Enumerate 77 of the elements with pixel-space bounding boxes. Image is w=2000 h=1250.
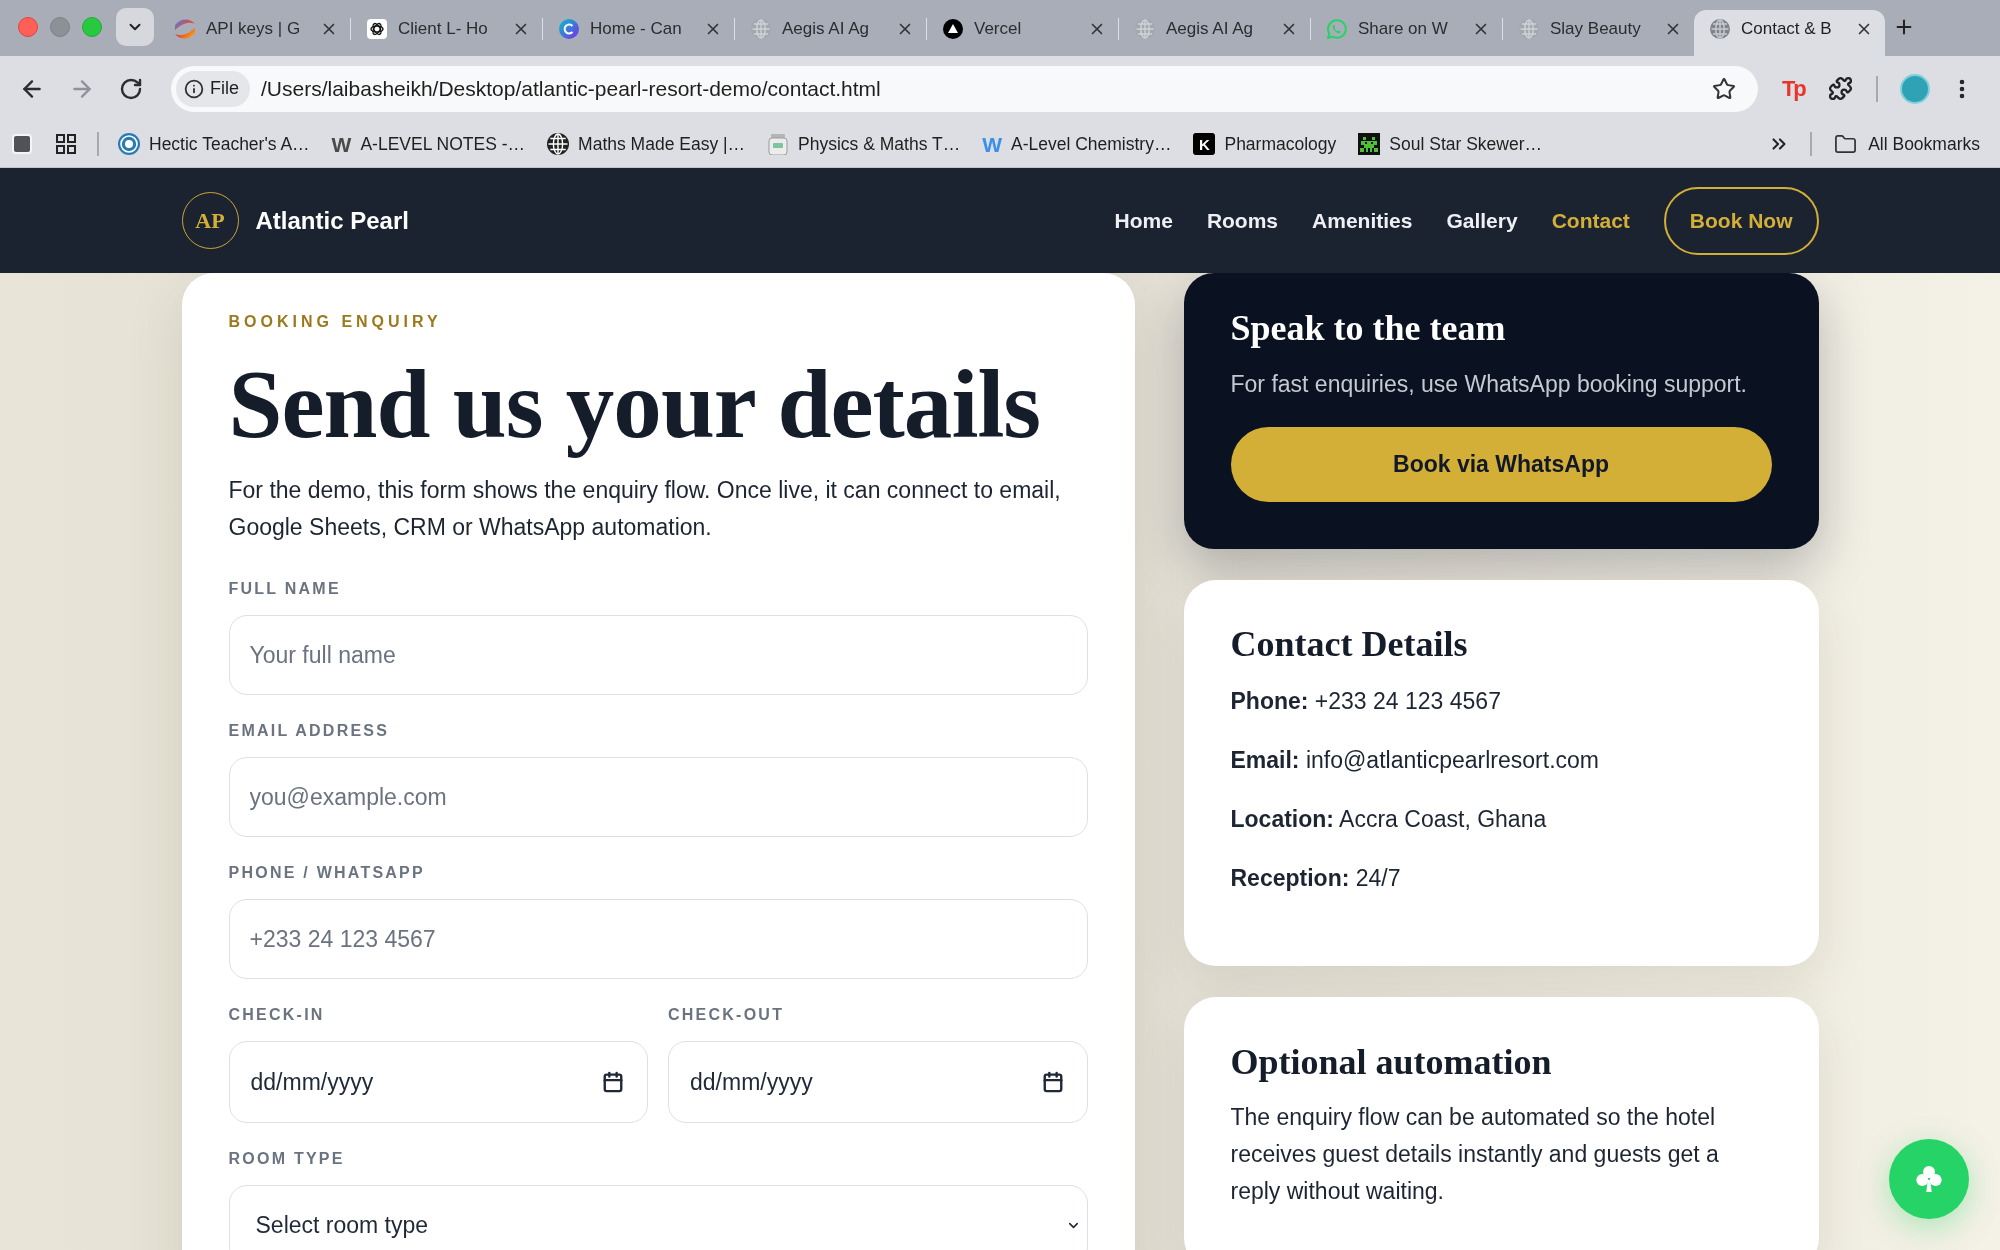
browser-tab[interactable]: Contact & B	[1694, 10, 1885, 56]
field-label: ROOM TYPE	[228, 1149, 346, 1169]
card-title: Contact Details	[1230, 623, 1469, 666]
card-text: For fast enquiries, use WhatsApp booking support.	[1230, 370, 1748, 399]
field-label: CHECK-IN	[228, 1005, 326, 1025]
browser-tab[interactable]: Share on W	[1311, 10, 1502, 56]
globe-icon	[547, 133, 570, 155]
contact-detail-line: Reception: 24/7	[1230, 864, 1402, 893]
contact-detail-line: Phone: +233 24 123 4567	[1230, 687, 1502, 716]
jar-icon	[767, 133, 790, 155]
bookmark-link[interactable]: Hectic Teacher's A…	[118, 130, 310, 158]
folder-icon	[1834, 132, 1858, 156]
browser-tab[interactable]: Aegis AI Ag	[1119, 10, 1310, 56]
all-bookmarks-link[interactable]: All Bookmarks	[1834, 130, 1980, 158]
field-label: PHONE / WHATSAPP	[228, 863, 426, 883]
browser-tab[interactable]: Slay Beauty	[1503, 10, 1694, 56]
text-input[interactable]: Your full name	[228, 615, 1088, 695]
contact-detail-line: Email: info@atlanticpearlresort.com	[1230, 746, 1600, 775]
favicon-letter: W	[331, 133, 352, 155]
card-text: The enquiry flow can be automated so the hotel receives guest details instantly and guests get a reply without waiting.	[1230, 1103, 1720, 1206]
date-input[interactable]: dd/mm/yyyy	[228, 1041, 648, 1123]
nav-link[interactable]: Gallery	[1446, 204, 1518, 237]
contact-detail-line: Location: Accra Coast, Ghana	[1230, 805, 1548, 834]
bookmark-link[interactable]: W A-Level Chemistry…	[982, 130, 1172, 158]
site-info-chip[interactable]: File	[176, 70, 250, 107]
chat-bubble-icon	[1327, 19, 1347, 39]
ribbon-logo-icon	[175, 19, 195, 39]
bookmark-link[interactable]: Soul Star Skewer…	[1358, 130, 1543, 158]
brand-name[interactable]: Atlantic Pearl	[255, 202, 409, 239]
favicon-letter: W	[982, 133, 1002, 155]
nav-link[interactable]: Amenities	[1312, 204, 1413, 237]
intro-paragraph: For the demo, this form shows the enquiry flow. Once live, it can connect to email, Google Sheets, CRM or WhatsApp automation.	[228, 476, 1062, 542]
field-label: EMAIL ADDRESS	[228, 721, 391, 741]
square-icon[interactable]	[12, 134, 32, 154]
globe-icon	[751, 19, 771, 39]
puzzle-icon[interactable]	[1828, 76, 1854, 101]
globe-icon	[1519, 19, 1539, 39]
knot-logo-icon	[367, 19, 387, 39]
bookmark-link[interactable]: W A-LEVEL NOTES -…	[331, 130, 526, 158]
browser-tab[interactable]: API keys | G	[159, 10, 350, 56]
card-title: Optional automation	[1230, 1041, 1553, 1084]
date-input[interactable]: dd/mm/yyyy	[668, 1041, 1088, 1123]
nav-link[interactable]: Home	[1114, 204, 1173, 237]
whatsapp-button[interactable]: Book via WhatsApp	[1230, 427, 1772, 502]
info-icon	[184, 78, 204, 99]
text-input[interactable]: +233 24 123 4567	[228, 899, 1088, 979]
field-label: FULL NAME	[228, 579, 342, 599]
bookmark-link[interactable]: Physics & Maths T…	[767, 130, 961, 158]
bookmark-link[interactable]: Maths Made Easy |…	[547, 130, 746, 158]
browser-tab[interactable]: Vercel	[927, 10, 1118, 56]
clover-icon	[1916, 1166, 1942, 1192]
browser-tab[interactable]: Aegis AI Ag	[735, 10, 926, 56]
browser-tab[interactable]: Client L- Ho	[351, 10, 542, 56]
reload-icon[interactable]	[119, 76, 143, 101]
bookmark-link[interactable]: K Pharmacology	[1193, 130, 1337, 158]
calendar-icon[interactable]	[602, 1071, 624, 1093]
bookmark-star-icon[interactable]	[1712, 76, 1736, 101]
book-now-button[interactable]: Book Now	[1663, 186, 1819, 255]
gradient-circle-icon	[559, 19, 579, 39]
room-type-select[interactable]: Select room type	[228, 1185, 1088, 1250]
circle-logo-icon	[118, 133, 140, 155]
eyebrow-label: BOOKING ENQUIRY	[228, 312, 443, 332]
browser-tab[interactable]: Home - Can	[543, 10, 734, 56]
card-title: Speak to the team	[1230, 307, 1507, 350]
triangle-logo-icon	[943, 19, 963, 39]
globe-icon	[1135, 19, 1155, 39]
globe-icon	[1710, 19, 1730, 39]
url-text[interactable]: /Users/laibasheikh/Desktop/atlantic-pearl-resort-demo/contact.html	[261, 72, 881, 105]
nav-link[interactable]: Contact	[1551, 204, 1630, 237]
text-input[interactable]: you@example.com	[228, 757, 1088, 837]
nav-link[interactable]: Rooms	[1206, 204, 1279, 237]
calendar-icon[interactable]	[1041, 1071, 1064, 1093]
favicon-letter: K	[1193, 133, 1216, 155]
address-bar[interactable]: File /Users/laibasheikh/Desktop/atlantic-pearl-resort-demo/contact.html	[171, 65, 1758, 112]
pixel-creature-icon	[1358, 133, 1381, 155]
apps-grid-icon[interactable]	[56, 134, 76, 154]
field-label: CHECK-OUT	[668, 1005, 786, 1025]
